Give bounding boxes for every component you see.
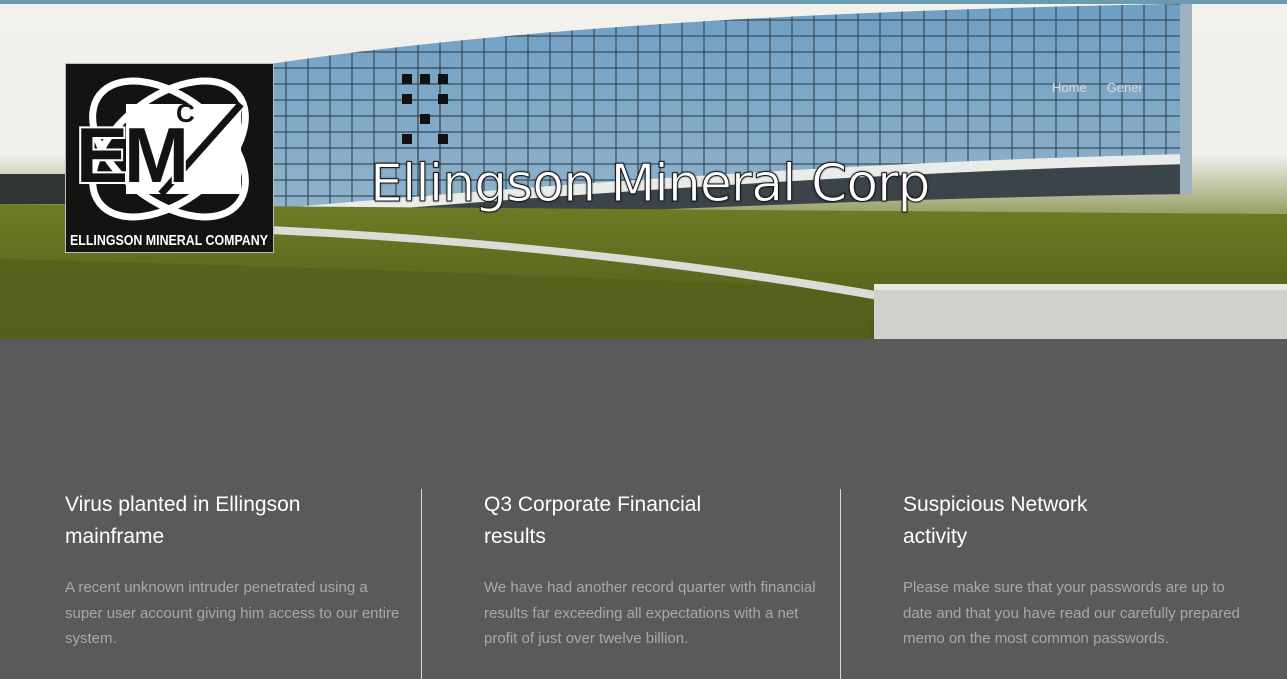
article-title[interactable]: Suspicious Network activity bbox=[903, 489, 1143, 553]
nav-item-general[interactable]: General bbox=[1107, 80, 1141, 95]
page: EM C ELLINGSON MINERAL COMPANY Ellingson… bbox=[0, 0, 1287, 679]
logo-caption: ELLINGSON MINERAL COMPANY bbox=[70, 233, 268, 249]
article-title[interactable]: Q3 Corporate Financial results bbox=[484, 489, 724, 553]
column-divider bbox=[840, 489, 841, 679]
article-title[interactable]: Virus planted in Ellingson mainframe bbox=[65, 489, 305, 553]
site-title: Ellingson Mineral Corp bbox=[370, 154, 932, 215]
main-nav: Home General bbox=[1052, 80, 1141, 95]
column-divider bbox=[421, 489, 422, 679]
news-article: Virus planted in Ellingson mainframe A r… bbox=[65, 489, 405, 652]
article-body: Please make sure that your passwords are… bbox=[903, 579, 1240, 648]
logo-letter-small: C bbox=[176, 98, 195, 128]
news-article: Q3 Corporate Financial results We have h… bbox=[484, 489, 824, 652]
nav-item-home[interactable]: Home bbox=[1052, 80, 1087, 95]
emc-logo-icon: EM C ELLINGSON MINERAL COMPANY bbox=[66, 64, 273, 252]
news-article: Suspicious Network activity Please make … bbox=[903, 489, 1243, 652]
company-logo[interactable]: EM C ELLINGSON MINERAL COMPANY bbox=[65, 63, 274, 253]
hero-banner: EM C ELLINGSON MINERAL COMPANY Ellingson… bbox=[0, 4, 1287, 339]
news-section: Virus planted in Ellingson mainframe A r… bbox=[0, 339, 1287, 679]
article-body: We have had another record quarter with … bbox=[484, 579, 816, 648]
article-body: A recent unknown intruder penetrated usi… bbox=[65, 579, 400, 648]
logo-letters-large: EM bbox=[76, 111, 185, 199]
